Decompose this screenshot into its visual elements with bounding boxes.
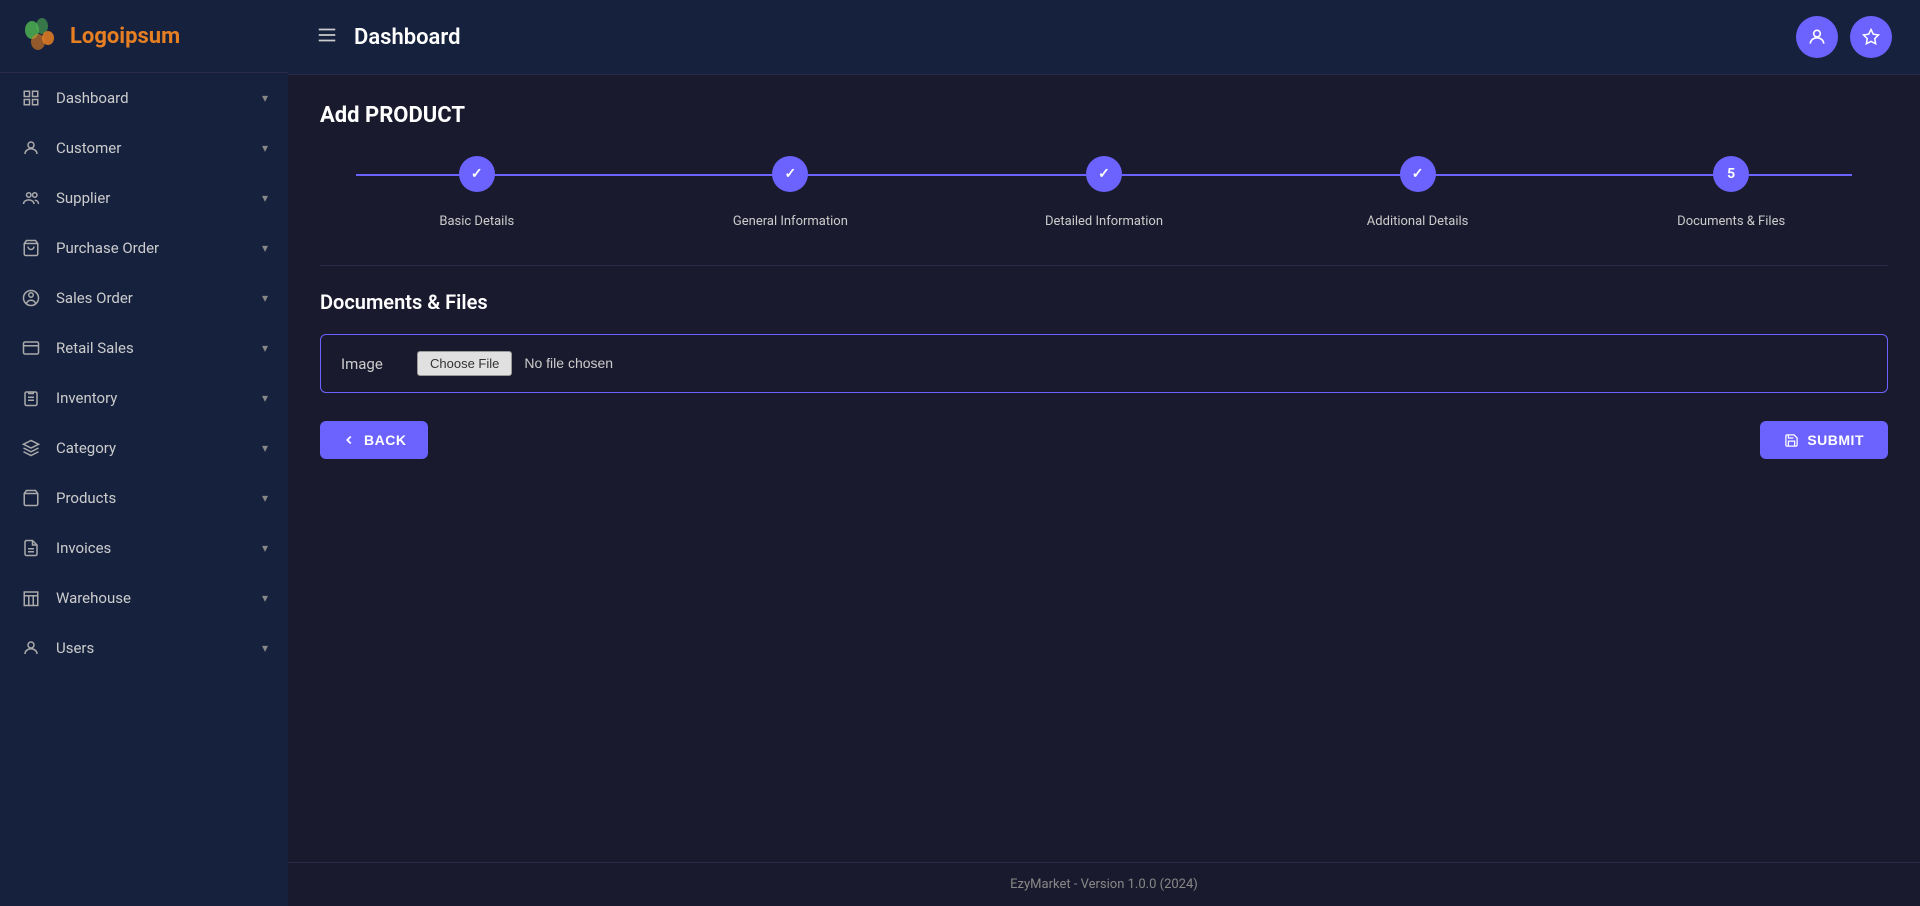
- page-title: Add PRODUCT: [320, 103, 1888, 128]
- bag-icon: [20, 487, 42, 509]
- step-circle-1: [459, 156, 495, 192]
- sidebar-item-label-purchase-order: Purchase Order: [56, 239, 159, 257]
- back-button[interactable]: BACK: [320, 421, 428, 459]
- sidebar-logo: Logoipsum: [0, 0, 288, 73]
- stepper: 5 Basic Details General Information Deta…: [320, 156, 1888, 229]
- submit-button[interactable]: SUBMIT: [1760, 421, 1888, 459]
- step-number: 5: [1727, 166, 1735, 182]
- logo-text: Logoipsum: [70, 24, 180, 49]
- sidebar-item-label-category: Category: [56, 439, 116, 457]
- sidebar-item-label-users: Users: [56, 639, 94, 657]
- file-text-icon: [20, 537, 42, 559]
- cart-icon: [20, 237, 42, 259]
- chevron-down-icon: ▾: [262, 441, 268, 455]
- file-input[interactable]: [417, 351, 682, 376]
- sidebar-item-label-warehouse: Warehouse: [56, 589, 131, 607]
- sidebar-item-supplier[interactable]: Supplier ▾: [0, 173, 288, 223]
- footer: EzyMarket - Version 1.0.0 (2024): [288, 862, 1920, 906]
- layers-icon: [20, 437, 42, 459]
- sidebar-item-retail-sales[interactable]: Retail Sales ▾: [0, 323, 288, 373]
- chevron-down-icon: ▾: [262, 591, 268, 605]
- sidebar: Logoipsum Dashboard ▾ Customer ▾ Supplie…: [0, 0, 288, 906]
- magic-action-button[interactable]: [1850, 16, 1892, 58]
- sidebar-item-inventory[interactable]: Inventory ▾: [0, 373, 288, 423]
- step-circle-2: [772, 156, 808, 192]
- step-detailed-information: [947, 156, 1261, 202]
- people-icon: [20, 187, 42, 209]
- checkmark-icon: [471, 166, 483, 182]
- file-input-label: Image: [341, 355, 401, 373]
- checkmark-icon: [785, 166, 797, 182]
- logo-icon: [20, 16, 60, 56]
- chevron-down-icon: ▾: [262, 491, 268, 505]
- topbar-title: Dashboard: [354, 25, 460, 50]
- sidebar-item-label-supplier: Supplier: [56, 189, 110, 207]
- step-label-general-information: General Information: [634, 210, 948, 229]
- building-icon: [20, 587, 42, 609]
- checkmark-icon: [1098, 166, 1110, 182]
- back-chevron-icon: [342, 433, 356, 447]
- step-general-information: [634, 156, 948, 202]
- clipboard-icon: [20, 387, 42, 409]
- step-circle-3: [1086, 156, 1122, 192]
- step-circle-4: [1400, 156, 1436, 192]
- step-label-basic-details: Basic Details: [320, 210, 634, 229]
- sidebar-item-label-products: Products: [56, 489, 116, 507]
- sidebar-item-customer[interactable]: Customer ▾: [0, 123, 288, 173]
- sidebar-item-products[interactable]: Products ▾: [0, 473, 288, 523]
- account-circle-icon: [20, 287, 42, 309]
- file-input-row: Image: [320, 334, 1888, 393]
- sidebar-item-label-retail-sales: Retail Sales: [56, 339, 134, 357]
- sidebar-item-label-customer: Customer: [56, 139, 121, 157]
- grid-icon: [20, 87, 42, 109]
- chevron-down-icon: ▾: [262, 641, 268, 655]
- sidebar-item-category[interactable]: Category ▾: [0, 423, 288, 473]
- chevron-down-icon: ▾: [262, 341, 268, 355]
- sidebar-item-label-dashboard: Dashboard: [56, 89, 129, 107]
- section-divider: [320, 265, 1888, 266]
- step-basic-details: [320, 156, 634, 202]
- step-circle-5: 5: [1713, 156, 1749, 192]
- sidebar-item-warehouse[interactable]: Warehouse ▾: [0, 573, 288, 623]
- sidebar-item-dashboard[interactable]: Dashboard ▾: [0, 73, 288, 123]
- chevron-down-icon: ▾: [262, 541, 268, 555]
- chevron-down-icon: ▾: [262, 291, 268, 305]
- chevron-down-icon: ▾: [262, 241, 268, 255]
- users-icon: [20, 637, 42, 659]
- person-icon: [20, 137, 42, 159]
- sidebar-item-label-invoices: Invoices: [56, 539, 111, 557]
- chevron-down-icon: ▾: [262, 91, 268, 105]
- user-avatar-button[interactable]: [1796, 16, 1838, 58]
- topbar: Dashboard: [288, 0, 1920, 75]
- step-label-additional-details: Additional Details: [1261, 210, 1575, 229]
- sidebar-item-invoices[interactable]: Invoices ▾: [0, 523, 288, 573]
- chevron-down-icon: ▾: [262, 141, 268, 155]
- save-icon: [1784, 433, 1799, 448]
- sidebar-item-sales-order[interactable]: Sales Order ▾: [0, 273, 288, 323]
- documents-section-title: Documents & Files: [320, 290, 1888, 314]
- sidebar-item-users[interactable]: Users ▾: [0, 623, 288, 673]
- form-button-row: BACK SUBMIT: [320, 421, 1888, 459]
- sidebar-item-purchase-order[interactable]: Purchase Order ▾: [0, 223, 288, 273]
- step-documents-files: 5: [1574, 156, 1888, 202]
- chevron-down-icon: ▾: [262, 191, 268, 205]
- sidebar-item-label-inventory: Inventory: [56, 389, 117, 407]
- step-additional-details: [1261, 156, 1575, 202]
- checkmark-icon: [1412, 166, 1424, 182]
- step-label-detailed-information: Detailed Information: [947, 210, 1261, 229]
- chevron-down-icon: ▾: [262, 391, 268, 405]
- terminal-icon: [20, 337, 42, 359]
- main-content: Dashboard Add PRODUCT: [288, 0, 1920, 906]
- page-content: Add PRODUCT: [288, 75, 1920, 862]
- sidebar-item-label-sales-order: Sales Order: [56, 289, 133, 307]
- step-label-documents-files: Documents & Files: [1574, 210, 1888, 229]
- hamburger-menu-button[interactable]: [316, 24, 338, 51]
- footer-version-text: EzyMarket - Version 1.0.0 (2024): [1010, 877, 1198, 892]
